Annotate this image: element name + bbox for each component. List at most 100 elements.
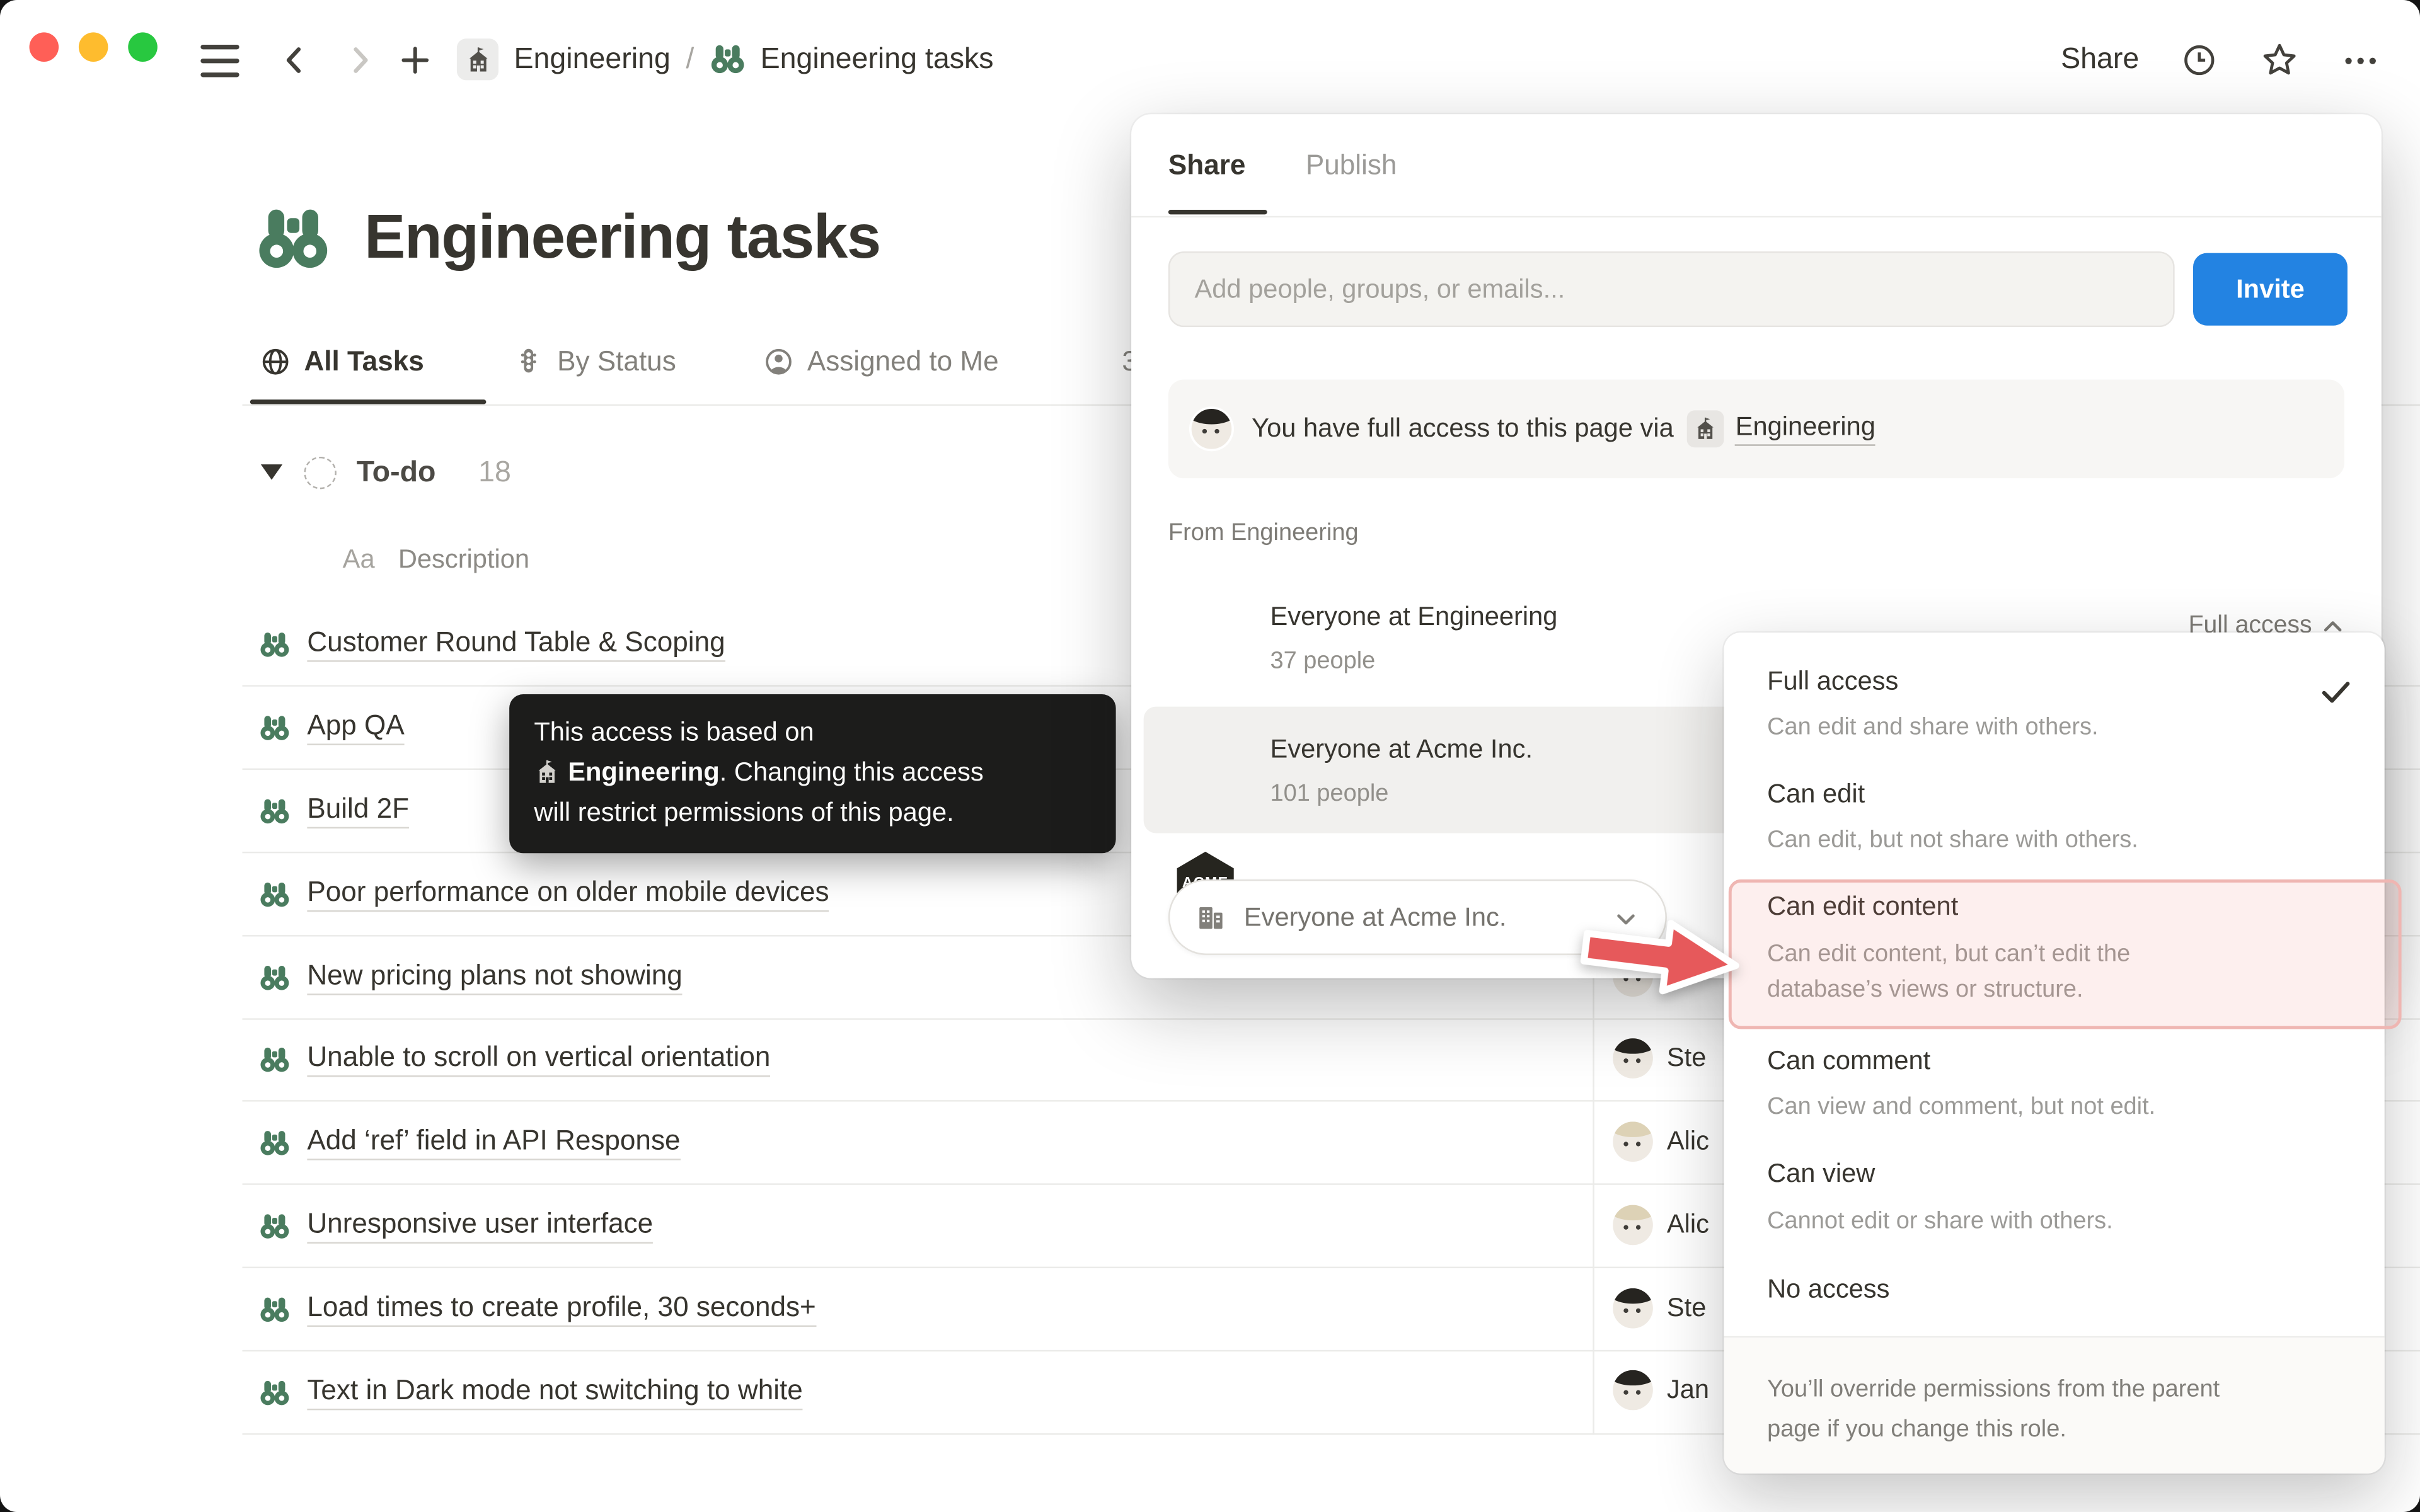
group-name[interactable]: To-do	[357, 457, 436, 491]
group-row-name[interactable]: Everyone at Engineering	[1270, 602, 1558, 633]
tooltip-line1: This access is based on	[534, 718, 814, 747]
task-title[interactable]: Customer Round Table & Scoping	[307, 626, 725, 662]
window-minimize-button[interactable]	[79, 32, 108, 62]
breadcrumb-separator: /	[686, 42, 694, 76]
menu-item-desc: Cannot edit or share with others.	[1767, 1203, 2113, 1239]
assignee-name: Alic	[1667, 1126, 1709, 1157]
page-title: Engineering tasks	[364, 203, 880, 273]
group-row-name[interactable]: Everyone at Acme Inc.	[1270, 735, 1533, 765]
history-clock-icon[interactable]	[2181, 42, 2218, 79]
task-title[interactable]: Poor performance on older mobile devices	[307, 876, 829, 912]
avatar	[1613, 1288, 1653, 1329]
nav-forward-icon[interactable]	[341, 42, 378, 79]
task-title[interactable]: Build 2F	[307, 793, 409, 828]
column-header-description[interactable]: Description	[398, 544, 529, 575]
access-tooltip: This access is based on Engineering. Cha…	[509, 694, 1115, 853]
more-options-icon[interactable]	[2341, 41, 2380, 79]
task-title[interactable]: Add ‘ref’ field in API Response	[307, 1125, 680, 1160]
assignee-name: Jan	[1667, 1375, 1709, 1406]
current-user-avatar	[1192, 409, 1232, 449]
tooltip-line3: will restrict permissions of this page.	[534, 798, 954, 827]
assignee-cell[interactable]: Alic	[1613, 1121, 1739, 1162]
menu-item-can-comment[interactable]: Can comment	[1767, 1043, 1930, 1079]
invite-people-input[interactable]	[1168, 251, 2175, 327]
menu-item-no-access[interactable]: No access	[1767, 1271, 1889, 1307]
access-notice: You have full access to this page via En…	[1168, 379, 2344, 478]
task-title[interactable]: App QA	[307, 710, 404, 745]
tab-label: By Status	[557, 346, 676, 378]
page-icon-binoculars	[256, 202, 331, 277]
breadcrumb: Engineering / Engineering tasks	[457, 38, 994, 80]
menu-footer-text: You’ll override permissions from the par…	[1767, 1370, 2249, 1450]
task-title[interactable]: New pricing plans not showing	[307, 959, 682, 995]
row-binoculars-icon	[259, 962, 290, 993]
scope-select-value: Everyone at Acme Inc.	[1244, 902, 1598, 932]
assignee-name: Alic	[1667, 1210, 1709, 1240]
workspace-building-icon	[1688, 410, 1725, 447]
row-binoculars-icon	[259, 629, 290, 660]
invite-button[interactable]: Invite	[2193, 253, 2348, 326]
active-tab-underline	[250, 399, 487, 404]
nav-back-icon[interactable]	[276, 42, 313, 79]
assignee-cell[interactable]: Alic	[1613, 1205, 1739, 1246]
assignee-cell[interactable]: Jan	[1613, 1370, 1739, 1411]
task-title[interactable]: Unable to scroll on vertical orientation	[307, 1041, 770, 1077]
new-page-icon[interactable]	[396, 42, 434, 79]
group-row-acme-highlight[interactable]	[1144, 707, 1749, 833]
access-notice-link[interactable]: Engineering	[1736, 412, 1876, 446]
favorite-star-icon[interactable]	[2259, 40, 2300, 81]
assignee-name: Ste	[1667, 1043, 1707, 1074]
access-notice-text: You have full access to this page via	[1252, 413, 1674, 444]
dialog-tab-publish[interactable]: Publish	[1306, 150, 1397, 182]
title-property-icon: Aa	[343, 544, 375, 575]
tooltip-line2: . Changing this access	[720, 757, 984, 787]
tab-label: Assigned to Me	[807, 346, 999, 378]
status-signal-icon	[512, 346, 544, 378]
menu-item-can-edit[interactable]: Can edit	[1767, 776, 1865, 811]
tab-label: All Tasks	[304, 346, 424, 378]
topbar-actions: Share	[2061, 42, 2380, 79]
person-icon	[763, 346, 795, 378]
row-binoculars-icon	[259, 1044, 290, 1075]
workspace-building-icon[interactable]	[457, 38, 498, 80]
app-window: Engineering / Engineering tasks Share En…	[0, 0, 2420, 1512]
task-title[interactable]: Text in Dark mode not switching to white	[307, 1375, 803, 1410]
assignee-cell[interactable]: Ste	[1613, 1288, 1739, 1329]
menu-item-desc: Can view and comment, but not edit.	[1767, 1089, 2155, 1125]
workspace-building-icon	[534, 759, 560, 786]
section-label: From Engineering	[1168, 520, 1359, 547]
screen: Engineering / Engineering tasks Share En…	[0, 0, 2420, 1512]
binoculars-icon	[710, 42, 745, 77]
task-title[interactable]: Load times to create profile, 30 seconds…	[307, 1292, 815, 1327]
avatar	[1613, 1038, 1653, 1079]
tab-assigned-to-me[interactable]: Assigned to Me	[763, 346, 999, 378]
tab-by-status[interactable]: By Status	[512, 346, 676, 378]
window-close-button[interactable]	[30, 32, 59, 62]
menu-item-full-access[interactable]: Full access	[1767, 663, 1898, 699]
row-binoculars-icon	[259, 1210, 290, 1241]
breadcrumb-current[interactable]: Engineering tasks	[761, 42, 994, 76]
task-title[interactable]: Unresponsive user interface	[307, 1208, 653, 1244]
menu-item-desc: Can edit, but not share with others.	[1767, 822, 2138, 857]
dialog-active-tab-underline	[1168, 210, 1267, 214]
row-binoculars-icon	[259, 879, 290, 910]
row-binoculars-icon	[259, 795, 290, 826]
dialog-tabs-divider	[1131, 216, 2382, 217]
globe-icon	[259, 346, 291, 378]
sidebar-menu-icon[interactable]	[200, 45, 239, 77]
window-zoom-button[interactable]	[128, 32, 158, 62]
group-collapse-toggle-icon[interactable]	[261, 464, 282, 479]
assignee-name: Ste	[1667, 1293, 1707, 1324]
tab-all-tasks[interactable]: All Tasks	[259, 346, 424, 378]
group-row-meta: 101 people	[1270, 781, 1389, 808]
menu-item-can-view[interactable]: Can view	[1767, 1155, 1875, 1191]
assignee-cell[interactable]: Ste	[1613, 1038, 1739, 1079]
dialog-tab-share[interactable]: Share	[1168, 150, 1246, 182]
checkmark-icon	[2318, 674, 2353, 709]
breadcrumb-parent[interactable]: Engineering	[514, 42, 671, 76]
permission-dropdown: Full access Can edit and share with othe…	[1724, 633, 2385, 1474]
row-binoculars-icon	[259, 712, 290, 743]
share-button[interactable]: Share	[2061, 43, 2139, 77]
row-binoculars-icon	[259, 1293, 290, 1324]
avatar	[1613, 1121, 1653, 1162]
